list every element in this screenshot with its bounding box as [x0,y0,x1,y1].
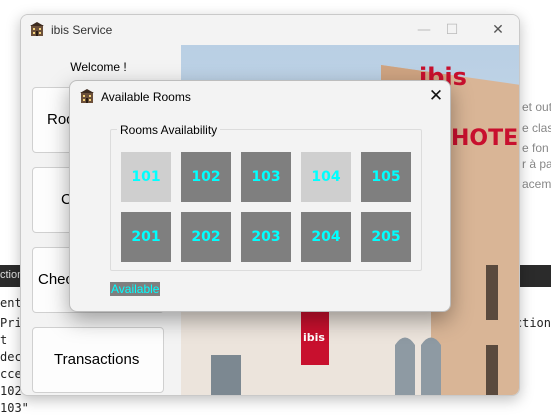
console-line: dec [0,350,22,364]
background-text: et out [522,100,551,114]
close-button[interactable]: ✕ [483,19,513,41]
console-line: 103" [0,401,29,415]
room-tile[interactable]: 204 [301,212,351,262]
minimize-button[interactable]: — [409,19,439,41]
console-line: Pri [0,316,22,330]
background-text: e fon [522,141,549,155]
group-title: Rooms Availability [117,123,221,137]
room-tile[interactable]: 102 [181,152,231,202]
background-text: r à pa [522,157,551,171]
title-bar[interactable]: ibis Service — ☐ ✕ [21,15,519,45]
room-tile[interactable]: 201 [121,212,171,262]
room-tile[interactable]: 205 [361,212,411,262]
dialog-title: Available Rooms [101,90,191,104]
room-tile[interactable]: 103 [241,152,291,202]
console-line: 102 [0,384,22,398]
room-tile[interactable]: 104 [301,152,351,202]
background-text: acem [522,177,551,191]
room-tile[interactable]: 105 [361,152,411,202]
maximize-button[interactable]: ☐ [437,19,467,41]
room-tile[interactable]: 101 [121,152,171,202]
transactions-button[interactable]: Transactions [32,327,164,393]
svg-text:ibis: ibis [303,331,325,344]
console-line: cce [0,367,22,381]
check-out-button-label: Chec [38,271,74,288]
transactions-button-label: Transactions [54,351,140,368]
hotel-app-icon [80,89,94,103]
available-legend: Available [110,282,161,296]
dialog-close-button[interactable]: ✕ [422,83,450,109]
hotel-app-icon [30,22,44,36]
room-tile[interactable]: 203 [241,212,291,262]
console-line: t [0,333,8,347]
welcome-label: Welcome ! [70,60,127,74]
available-rooms-dialog: Available Rooms ✕ Rooms Availability 101… [69,80,451,312]
svg-text:HOTEL: HOTEL [451,126,520,151]
background-text: e clas [522,121,551,135]
console-right-text: ction [514,316,551,330]
window-title: ibis Service [51,23,113,37]
room-tile[interactable]: 202 [181,212,231,262]
